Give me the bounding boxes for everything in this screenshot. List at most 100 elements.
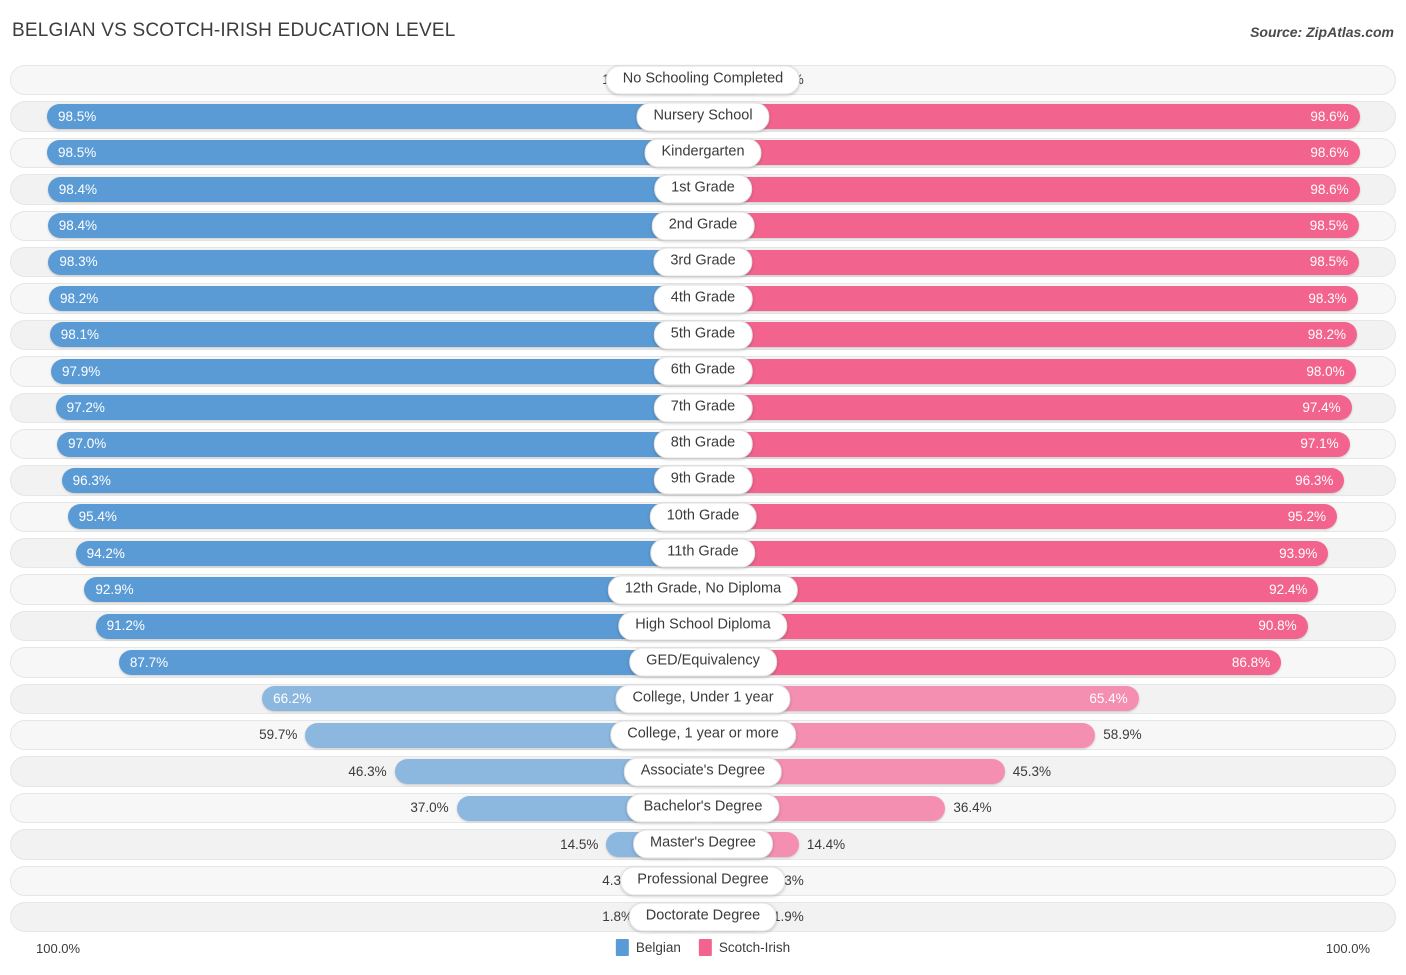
scotch-irish-value-label: 98.0% (1306, 363, 1345, 379)
belgian-value-label: 66.2% (273, 691, 312, 707)
scotch-irish-bar: 98.6% (703, 176, 1360, 202)
belgian-bar: 95.4% (67, 504, 703, 530)
belgian-value-label: 97.2% (66, 399, 105, 415)
scotch-irish-half: 97.1% (703, 426, 1369, 462)
category-label: Bachelor's Degree (626, 793, 780, 823)
bar-row: 98.4% 98.5% 2nd Grade (0, 208, 1406, 244)
scotch-irish-value-label: 98.6% (1310, 108, 1349, 124)
belgian-half: 97.2% (37, 390, 703, 426)
scotch-irish-value-label: 98.2% (1307, 327, 1346, 343)
bar-row: 37.0% 36.4% Bachelor's Degree (0, 790, 1406, 826)
scotch-irish-bar: 98.6% (703, 140, 1360, 166)
scotch-irish-bar: 95.2% (703, 504, 1337, 530)
belgian-value-label: 87.7% (129, 654, 169, 670)
belgian-half: 95.4% (37, 499, 703, 535)
scotch-irish-value-label: 97.1% (1300, 436, 1339, 452)
category-label: 5th Grade (653, 320, 753, 350)
belgian-value-label: 98.2% (60, 290, 99, 306)
bar-row: 98.1% 98.2% 5th Grade (0, 317, 1406, 353)
scotch-irish-half: 65.4% (703, 681, 1369, 717)
belgian-half: 1.8% (37, 899, 703, 935)
scotch-irish-half: 96.3% (703, 462, 1369, 498)
axis-label-right: 100.0% (1325, 941, 1370, 956)
scotch-irish-half: 1.9% (703, 899, 1369, 935)
scotch-irish-bar: 98.3% (703, 286, 1358, 312)
belgian-half: 94.2% (37, 535, 703, 571)
category-label: 10th Grade (649, 502, 757, 532)
belgian-value-label: 98.5% (58, 145, 97, 161)
legend-item-scotch-irish[interactable]: Scotch-Irish (698, 939, 790, 956)
legend-item-belgian[interactable]: Belgian (615, 939, 681, 956)
scotch-irish-value-label: 1.9% (773, 909, 804, 925)
scotch-irish-value-label: 45.3% (1012, 763, 1051, 779)
chart-page: BELGIAN VS SCOTCH-IRISH EDUCATION LEVEL … (0, 0, 1406, 975)
bar-row: 97.0% 97.1% 8th Grade (0, 426, 1406, 462)
scotch-irish-value-label: 98.5% (1309, 218, 1348, 233)
source-attribution: Source: ZipAtlas.com (1250, 24, 1394, 40)
scotch-irish-half: 93.9% (703, 535, 1369, 571)
scotch-irish-half: 1.5% (703, 62, 1369, 98)
scotch-irish-bar: 90.8% (703, 613, 1308, 639)
belgian-value-label: 94.2% (86, 545, 125, 561)
bar-row: 1.8% 1.9% Doctorate Degree (0, 899, 1406, 935)
belgian-value-label: 91.2% (106, 618, 145, 634)
belgian-value-label: 95.4% (78, 509, 117, 525)
bar-row: 98.5% 98.6% Kindergarten (0, 135, 1406, 171)
scotch-irish-half: 90.8% (703, 608, 1369, 644)
belgian-value-label: 98.5% (58, 108, 97, 124)
scotch-irish-value-label: 90.8% (1258, 618, 1297, 634)
scotch-irish-half: 98.6% (703, 135, 1369, 171)
belgian-value-label: 92.9% (95, 581, 134, 597)
belgian-value-label: 97.9% (62, 363, 101, 379)
belgian-half: 87.7% (37, 644, 703, 680)
belgian-half: 1.6% (37, 62, 703, 98)
chart-header: BELGIAN VS SCOTCH-IRISH EDUCATION LEVEL … (0, 0, 1406, 60)
category-label: 9th Grade (653, 465, 753, 495)
belgian-value-label: 37.0% (410, 800, 449, 816)
category-label: GED/Equivalency (629, 647, 777, 677)
belgian-bar: 98.3% (48, 249, 703, 275)
category-label: High School Diploma (618, 611, 788, 641)
page-title: BELGIAN VS SCOTCH-IRISH EDUCATION LEVEL (12, 20, 456, 41)
scotch-irish-value-label: 86.8% (1231, 654, 1271, 670)
bar-rows-container: 1.6%1.5%No Schooling Completed 98.5% 98.6%… (0, 62, 1406, 935)
belgian-value-label: 98.3% (59, 254, 98, 270)
scotch-irish-half: 14.4% (703, 826, 1369, 862)
scotch-irish-bar: 98.0% (703, 358, 1356, 384)
scotch-irish-value-label: 98.3% (1308, 290, 1347, 306)
belgian-value-label: 98.4% (58, 218, 97, 233)
category-label: 3rd Grade (653, 247, 753, 277)
chart-legend: Belgian Scotch-Irish (615, 939, 790, 956)
scotch-irish-half: 98.0% (703, 353, 1369, 389)
bar-row: 97.9% 98.0% 6th Grade (0, 353, 1406, 389)
scotch-irish-half: 98.5% (703, 244, 1369, 280)
belgian-bar: 91.2% (95, 613, 703, 639)
bar-row: 96.3% 96.3% 9th Grade (0, 462, 1406, 498)
category-label: College, Under 1 year (615, 684, 791, 714)
belgian-half: 98.4% (37, 171, 703, 207)
category-label: College, 1 year or more (610, 720, 796, 750)
scotch-irish-value-label: 14.4% (806, 836, 846, 852)
category-label: 8th Grade (653, 429, 753, 459)
scotch-irish-half: 58.9% (703, 717, 1369, 753)
scotch-irish-bar: 98.5% (703, 249, 1359, 275)
bar-row: 98.2% 98.3% 4th Grade (0, 280, 1406, 316)
bar-row: 98.5% 98.6% Nursery School (0, 98, 1406, 134)
bar-row: 98.3% 98.5% 3rd Grade (0, 244, 1406, 280)
category-label: 4th Grade (653, 284, 753, 314)
belgian-half: 98.5% (37, 98, 703, 134)
scotch-irish-half: 95.2% (703, 499, 1369, 535)
bar-row: 87.7% 86.8% GED/Equivalency (0, 644, 1406, 680)
category-label: 11th Grade (650, 538, 756, 568)
belgian-half: 97.9% (37, 353, 703, 389)
belgian-value-label: 98.1% (60, 327, 99, 343)
chart-footer: 100.0% 100.0% Belgian Scotch-Irish (0, 937, 1406, 961)
belgian-bar: 94.2% (75, 540, 703, 566)
scotch-irish-half: 36.4% (703, 790, 1369, 826)
scotch-irish-value-label: 95.2% (1287, 509, 1326, 525)
scotch-irish-value-label: 93.9% (1279, 545, 1318, 561)
scotch-irish-value-label: 92.4% (1269, 581, 1308, 597)
belgian-half: 98.2% (37, 280, 703, 316)
belgian-bar: 96.3% (61, 467, 703, 493)
belgian-bar: 98.4% (47, 176, 703, 202)
